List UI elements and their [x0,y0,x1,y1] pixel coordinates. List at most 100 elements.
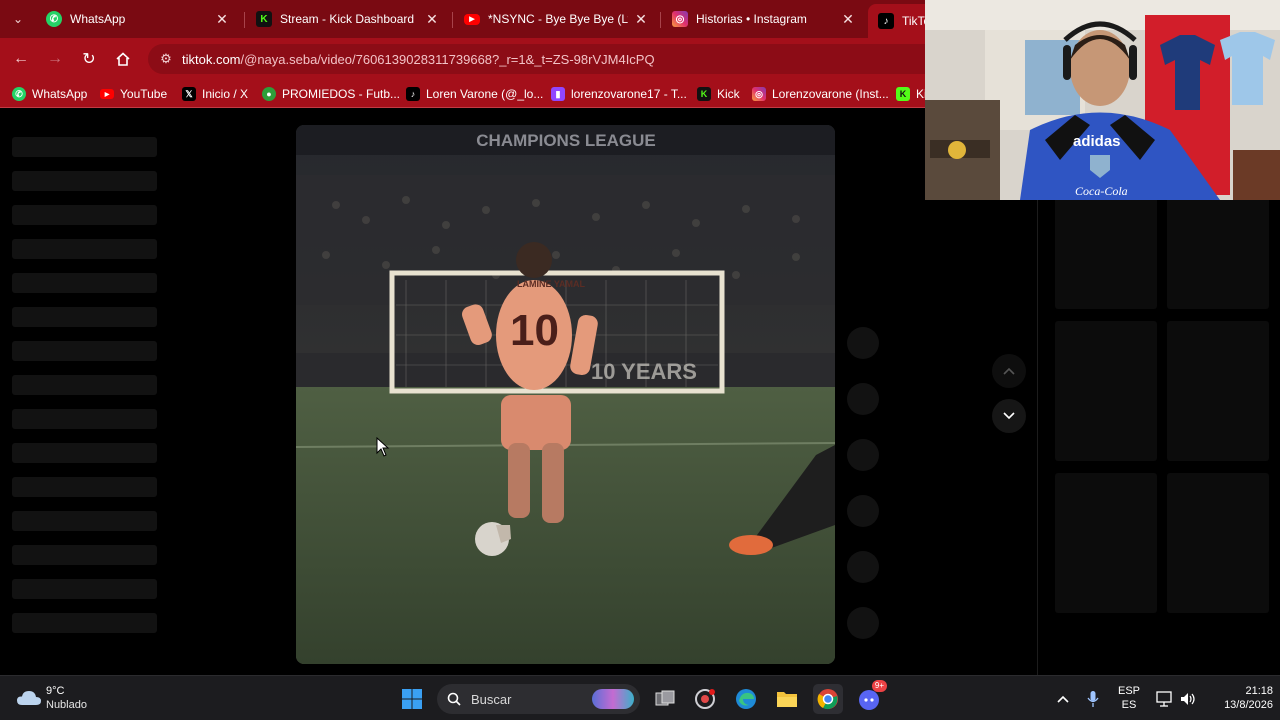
banner-text: CHAMPIONS LEAGUE [476,131,655,150]
home-icon[interactable] [112,48,134,70]
close-tab-icon[interactable]: ✕ [214,11,230,28]
close-tab-icon[interactable]: ✕ [634,11,648,28]
speaker-icon [1181,693,1195,705]
taskbar-app-file-explorer[interactable] [772,684,802,714]
clock-date: 13/8/2026 [1224,699,1273,711]
edge-icon [736,689,756,709]
bookmark-whatsapp[interactable]: ✆ WhatsApp [12,85,87,103]
start-button[interactable] [397,684,427,714]
music-button-placeholder[interactable] [847,551,879,583]
close-tab-icon[interactable]: ✕ [840,11,856,28]
language-code: ESP [1117,685,1140,697]
video-grid-placeholder[interactable] [1167,321,1269,461]
bookmark-label: WhatsApp [32,87,88,101]
sidebar-skeleton [12,579,157,599]
tab-search-chevron-icon[interactable]: ⌄ [8,9,28,29]
bookmark-button-placeholder[interactable] [847,439,879,471]
bookmark-promiedos[interactable]: ● PROMIEDOS - Futb... [262,85,400,103]
bookmark-kick-2[interactable]: K Ki [896,85,927,103]
webcam-feed: adidas Coca-Cola [925,0,1280,200]
tab-instagram-historias[interactable]: ◎ Historias • Instagram ✕ [662,4,866,34]
windows-logo-icon [402,689,422,709]
avatar-placeholder[interactable] [847,607,879,639]
clock[interactable]: 21:18 13/8/2026 [1205,684,1273,712]
x-logo-icon: 𝕏 [182,87,196,101]
url-text: tiktok.com/@naya.seba/video/760613902831… [182,52,655,67]
sidebar-skeleton [12,205,157,225]
sidebar-skeleton [12,409,157,429]
microphone-icon [1087,691,1099,707]
webcam-overlay: adidas Coca-Cola [925,0,1280,200]
task-view-button[interactable] [650,684,680,714]
chrome-icon [817,689,838,710]
bookmark-label: Inicio / X [202,87,249,101]
bookmark-twitch[interactable]: ▮ lorenzovarone17 - T... [551,85,687,103]
tiktok-icon: ♪ [406,87,420,101]
weather-widget[interactable]: 9°C Nublado [16,684,87,712]
microphone-indicator[interactable] [1082,684,1104,714]
bookmark-youtube[interactable]: ▶ YouTube [100,85,167,103]
tiktok-icon: ♪ [878,13,894,29]
network-icon [1156,691,1172,707]
bookmark-loren-tiktok[interactable]: ♪ Loren Varone (@_lo... [406,85,543,103]
tab-separator [660,12,661,28]
chevron-up-icon [1057,695,1069,703]
sidebar-skeleton [12,239,157,259]
cloud-icon [17,691,41,705]
video-player[interactable]: CHAMPIONS LEAGUE 10 YEARS LAMINE YAMAL 1… [296,125,835,664]
like-button-placeholder[interactable] [847,327,879,359]
screen: ⌄ ✆ WhatsApp ✕ K Stream - Kick Dashboard… [0,0,1280,720]
site-info-icon[interactable]: ⚙ [156,51,176,67]
bookmark-x[interactable]: 𝕏 Inicio / X [182,85,248,103]
tab-youtube-nsync[interactable]: ▶ *NSYNC - Bye Bye Bye (Lyric ✕ [454,4,658,34]
back-arrow-icon[interactable]: ← [10,48,32,70]
share-button-placeholder[interactable] [847,495,879,527]
kick-icon: K [896,87,910,101]
instagram-icon: ◎ [672,11,688,27]
taskbar-app-edge[interactable] [731,684,761,714]
stream-app-icon [695,689,715,709]
folder-icon [777,692,797,707]
tab-whatsapp[interactable]: ✆ WhatsApp ✕ [36,4,240,34]
taskbar-app-stream[interactable] [690,684,720,714]
show-hidden-icons-button[interactable] [1052,684,1074,714]
video-grid-placeholder[interactable] [1055,321,1157,461]
reload-icon[interactable]: ↻ [78,48,100,70]
volume-button[interactable] [1177,684,1199,714]
language-indicator[interactable]: ESP ES [1114,684,1144,712]
youtube-icon: ▶ [100,89,114,99]
forward-arrow-icon[interactable]: → [44,48,66,70]
bookmark-label: Lorenzovarone (Inst... [772,87,889,101]
tab-separator [452,12,453,28]
jersey-number: 10 [510,306,559,355]
taskbar-app-discord[interactable]: 9+ [855,680,887,714]
bookmark-label: lorenzovarone17 - T... [571,87,687,101]
comment-button-placeholder[interactable] [847,383,879,415]
next-video-button[interactable] [992,399,1026,433]
taskbar-search[interactable]: Buscar [437,684,640,714]
video-grid-placeholder[interactable] [1167,473,1269,613]
bookmark-label: YouTube [120,87,168,101]
youtube-icon: ▶ [464,13,480,25]
search-icon [447,692,461,706]
sidebar-skeleton [12,307,157,327]
video-grid-placeholder[interactable] [1055,473,1157,613]
whatsapp-icon: ✆ [12,87,26,101]
close-tab-icon[interactable]: ✕ [424,11,440,28]
chevron-up-icon [1003,367,1015,375]
tab-title: *NSYNC - Bye Bye Bye (Lyric [488,12,628,26]
bookmark-label: PROMIEDOS - Futb... [282,87,401,101]
bookmark-kick[interactable]: K Kick [697,85,740,103]
sidebar-skeleton [12,375,157,395]
mouse-cursor-icon [376,437,390,457]
taskbar-app-chrome[interactable] [813,684,843,714]
previous-video-button[interactable] [992,354,1026,388]
network-button[interactable] [1153,684,1175,714]
bookmark-instagram[interactable]: ◎ Lorenzovarone (Inst... [752,85,889,103]
promiedos-icon: ● [262,87,276,101]
weather-condition: Nublado [46,699,87,711]
tab-title: Historias • Instagram [696,12,807,26]
tab-kick-dashboard[interactable]: K Stream - Kick Dashboard ✕ [246,4,450,34]
shirt-sponsor-text: Coca-Cola [1075,184,1128,198]
sidebar-skeleton [12,511,157,531]
